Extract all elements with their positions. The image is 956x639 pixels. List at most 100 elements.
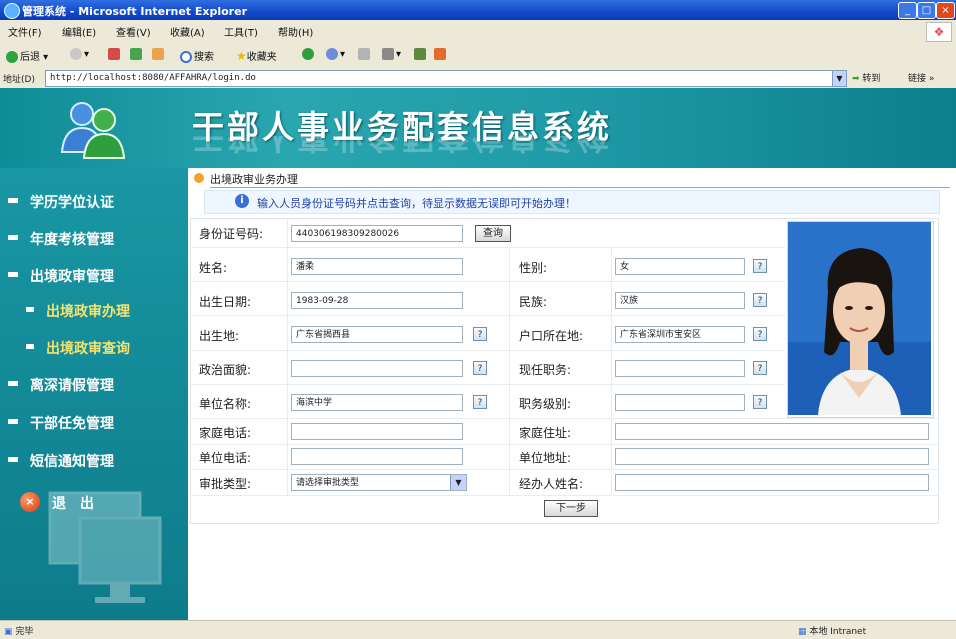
window-title-bar[interactable]: 管理系统 - Microsoft Internet Explorer _ □ × — [0, 0, 956, 20]
refresh-button[interactable] — [130, 48, 144, 60]
approval-type-label: 审批类型: — [199, 477, 252, 491]
system-banner: 干部人事业务配套信息系统 干部人事业务配套信息系统 — [0, 88, 956, 168]
gender-label: 性别: — [519, 261, 548, 275]
logout-label: 退出 — [52, 496, 108, 512]
sidebar-item-annual-review[interactable]: 年度考核管理 — [0, 223, 188, 253]
approval-type-select[interactable]: 请选择审批类型 ▼ — [291, 474, 467, 491]
maximize-button[interactable]: □ — [917, 2, 936, 19]
system-title-reflection: 干部人事业务配套信息系统 — [192, 136, 613, 156]
help-icon[interactable]: ? — [753, 259, 767, 273]
help-icon[interactable]: ? — [753, 361, 767, 375]
help-icon[interactable]: ? — [753, 395, 767, 409]
stop-icon — [108, 48, 120, 60]
home-button[interactable] — [152, 48, 166, 60]
handler-name-input[interactable] — [615, 474, 929, 491]
users-logo-icon — [60, 102, 126, 159]
query-button[interactable]: 查询 — [475, 225, 511, 242]
address-bar: 地址(D) http://localhost:8080/AFFAHRA/logi… — [0, 68, 956, 89]
ethnic-input[interactable]: 汉族 — [615, 292, 745, 309]
row-divider — [191, 444, 938, 445]
chevron-down-icon[interactable]: ▼ — [450, 475, 466, 490]
back-button[interactable]: 后退 ▾ — [6, 48, 48, 63]
next-step-button[interactable]: 下一步 — [544, 500, 598, 517]
sidebar-item-degree-cert[interactable]: 学历学位认证 — [0, 186, 188, 216]
col-divider — [611, 247, 612, 495]
back-arrow-icon — [6, 51, 18, 63]
messenger-button[interactable] — [434, 48, 448, 60]
stop-button[interactable] — [108, 48, 122, 60]
sidebar-nav: 学历学位认证 年度考核管理 出境政审管理 出境政审办理 出境政审查询 离深请假管… — [0, 168, 188, 620]
breadcrumb: 出境政审业务办理 — [188, 168, 956, 188]
name-input[interactable]: 潘柔 — [291, 258, 463, 275]
row-divider — [191, 315, 785, 316]
address-dropdown-icon[interactable]: ▼ — [832, 71, 846, 86]
help-icon[interactable]: ? — [473, 361, 487, 375]
sidebar-item-label: 出境政审办理 — [46, 304, 130, 320]
gender-input[interactable]: 女 — [615, 258, 745, 275]
search-button[interactable]: 搜索 — [180, 48, 214, 63]
sidebar-item-exit-review[interactable]: 出境政审管理 — [0, 260, 188, 290]
birth-date-input[interactable]: 1983-09-28 — [291, 292, 463, 309]
history-button[interactable]: ▾ — [326, 48, 345, 60]
sidebar-subitem-exit-process[interactable]: 出境政审办理 — [0, 295, 188, 325]
ethnic-label: 民族: — [519, 295, 548, 309]
help-icon[interactable]: ? — [753, 293, 767, 307]
search-icon — [180, 51, 192, 63]
page-done-icon: ▣ — [4, 627, 13, 637]
print-icon — [382, 48, 394, 60]
links-button[interactable]: 链接 » — [908, 71, 934, 84]
col-divider — [509, 247, 510, 495]
current-position-input[interactable] — [615, 360, 745, 377]
address-input[interactable]: http://localhost:8080/AFFAHRA/login.do ▼ — [45, 70, 847, 87]
sidebar-item-appointment[interactable]: 干部任免管理 — [0, 407, 188, 437]
close-circle-icon: × — [20, 492, 40, 512]
minimize-button[interactable]: _ — [898, 2, 917, 19]
hukou-input[interactable]: 广东省深圳市宝安区 — [615, 326, 745, 343]
menu-tools[interactable]: 工具(T) — [224, 24, 258, 39]
menu-edit[interactable]: 编辑(E) — [62, 24, 96, 39]
menu-file[interactable]: 文件(F) — [8, 24, 42, 39]
logout-button[interactable]: × 退出 — [20, 490, 140, 520]
help-icon[interactable]: ? — [473, 395, 487, 409]
job-rank-label: 职务级别: — [519, 397, 572, 411]
help-icon[interactable]: ? — [753, 327, 767, 341]
menu-favorites[interactable]: 收藏(A) — [170, 24, 205, 39]
home-phone-input[interactable] — [291, 423, 463, 440]
edit-button[interactable] — [414, 48, 428, 60]
birthplace-input[interactable]: 广东省揭西县 — [291, 326, 463, 343]
bullet-icon — [8, 381, 18, 386]
menu-view[interactable]: 查看(V) — [116, 24, 151, 39]
sidebar-item-label: 出境政审查询 — [46, 341, 130, 357]
row-divider — [191, 350, 785, 351]
favorites-button[interactable]: ★收藏夹 — [236, 48, 277, 63]
row-divider — [191, 495, 938, 496]
col-divider — [287, 219, 288, 495]
forward-button[interactable]: ▾ — [70, 48, 89, 60]
edit-icon — [414, 48, 426, 60]
unit-name-label: 单位名称: — [199, 397, 252, 411]
id-number-label: 身份证号码: — [199, 227, 264, 241]
refresh-icon — [130, 48, 142, 60]
sidebar-subitem-exit-query[interactable]: 出境政审查询 — [0, 332, 188, 362]
intranet-icon: ▦ — [798, 627, 807, 637]
sidebar-item-leave[interactable]: 离深请假管理 — [0, 369, 188, 399]
political-status-input[interactable] — [291, 360, 463, 377]
close-button[interactable]: × — [936, 2, 955, 19]
bullet-icon — [26, 344, 34, 349]
history-icon — [326, 48, 338, 60]
unit-phone-input[interactable] — [291, 448, 463, 465]
help-icon[interactable]: ? — [473, 327, 487, 341]
bullet-icon — [8, 272, 18, 277]
media-button[interactable] — [302, 48, 316, 60]
menu-help[interactable]: 帮助(H) — [278, 24, 313, 39]
id-number-input[interactable]: 440306198309280026 — [291, 225, 463, 242]
mail-button[interactable] — [358, 48, 372, 60]
job-rank-input[interactable] — [615, 394, 745, 411]
sidebar-item-sms[interactable]: 短信通知管理 — [0, 445, 188, 475]
print-button[interactable]: ▾ — [382, 48, 401, 60]
unit-name-input[interactable]: 海滨中学 — [291, 394, 463, 411]
home-address-input[interactable] — [615, 423, 929, 440]
go-button[interactable]: ➡ 转到 — [852, 71, 880, 84]
sidebar-item-label: 出境政审管理 — [30, 269, 114, 285]
unit-address-input[interactable] — [615, 448, 929, 465]
